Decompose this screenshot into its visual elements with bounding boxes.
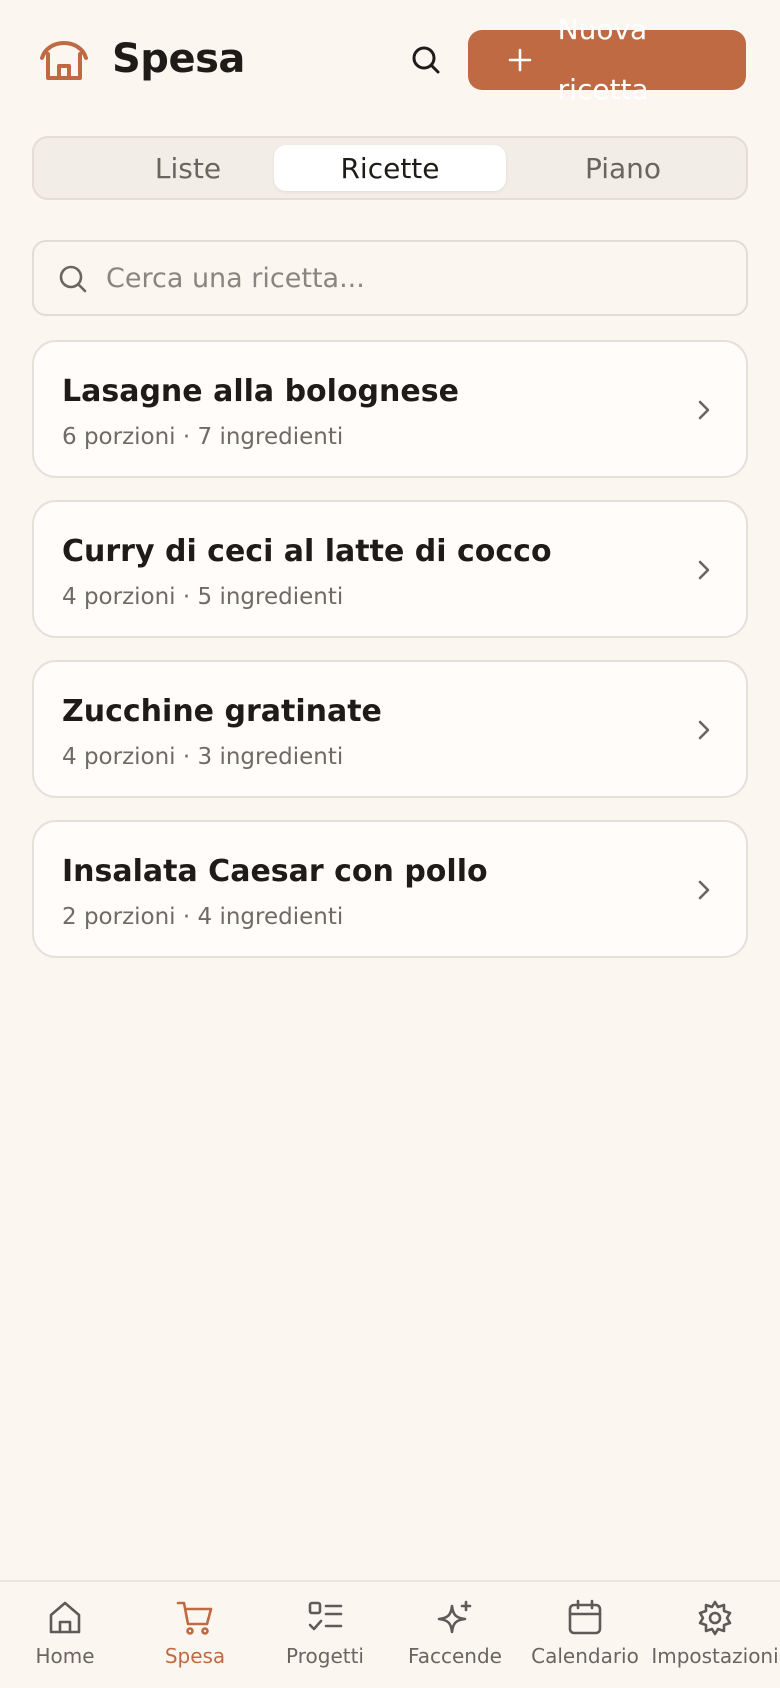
nav-label: Home xyxy=(35,1644,95,1668)
recipe-name: Curry di ceci al latte di cocco xyxy=(62,534,552,569)
house-logo-icon xyxy=(40,41,88,80)
recipe-card-lasagne[interactable]: Lasagne alla bolognese 6 porzioni · 7 in… xyxy=(32,340,748,478)
checklist-icon xyxy=(308,1601,343,1631)
tab-liste[interactable]: Liste xyxy=(72,145,304,191)
nav-item-home[interactable]: Home xyxy=(0,1582,130,1688)
new-recipe-button[interactable]: Nuova ricetta xyxy=(468,13,746,106)
recipe-card-insalata[interactable]: Insalata Caesar con pollo 2 porzioni · 4… xyxy=(32,820,748,958)
nav-label: Progetti xyxy=(286,1644,364,1668)
nav-item-spesa[interactable]: Spesa xyxy=(130,1582,260,1688)
chevron-right-icon xyxy=(698,720,710,740)
chevron-right-icon xyxy=(698,400,710,420)
recipe-name: Zucchine gratinate xyxy=(62,694,382,729)
app-header: Spesa Nuova ricetta xyxy=(0,0,780,120)
home-icon xyxy=(49,1601,81,1634)
nav-label: Spesa xyxy=(164,1644,226,1668)
nav-label: Faccende xyxy=(408,1644,502,1668)
tab-piano[interactable]: Piano xyxy=(507,145,739,191)
nav-item-calendario[interactable]: Calendario xyxy=(520,1582,650,1688)
recipe-search-box xyxy=(32,240,748,316)
recipe-meta: 6 porzioni · 7 ingredienti xyxy=(62,424,344,450)
recipe-list: Lasagne alla bolognese 6 porzioni · 7 in… xyxy=(32,340,748,980)
search-button[interactable] xyxy=(404,38,448,82)
search-icon xyxy=(59,265,87,293)
calendar-icon xyxy=(568,1599,602,1635)
recipe-meta: 2 porzioni · 4 ingredienti xyxy=(62,904,344,930)
nav-label: Calendario xyxy=(531,1644,639,1668)
recipe-name: Lasagne alla bolognese xyxy=(62,374,459,409)
gear-icon xyxy=(698,1600,732,1636)
recipe-meta: 4 porzioni · 5 ingredienti xyxy=(62,584,344,610)
nav-item-impostazioni[interactable]: Impostazioni xyxy=(650,1582,780,1688)
recipe-meta: 4 porzioni · 3 ingredienti xyxy=(62,744,344,770)
recipe-card-curry[interactable]: Curry di ceci al latte di cocco 4 porzio… xyxy=(32,500,748,638)
new-recipe-label: Nuova ricetta xyxy=(557,13,649,106)
plus-icon xyxy=(492,47,548,73)
recipe-search-input[interactable] xyxy=(106,252,726,304)
recipe-card-zucchine[interactable]: Zucchine gratinate 4 porzioni · 3 ingred… xyxy=(32,660,748,798)
bottom-nav: Home Spesa Progetti Faccende Calendario … xyxy=(0,1580,780,1688)
tab-ricette[interactable]: Ricette xyxy=(274,145,506,191)
recipe-name: Insalata Caesar con pollo xyxy=(62,854,488,889)
cart-icon xyxy=(176,1601,213,1635)
section-tabs: Liste Ricette Piano xyxy=(32,136,748,200)
nav-label: Impostazioni xyxy=(651,1644,779,1668)
page-title: Spesa xyxy=(112,36,245,82)
chevron-right-icon xyxy=(698,560,710,580)
nav-item-faccende[interactable]: Faccende xyxy=(390,1582,520,1688)
chevron-right-icon xyxy=(698,880,710,900)
app-root: Spesa Nuova ricetta Liste Ricette Piano xyxy=(0,0,780,1688)
search-icon xyxy=(412,46,440,74)
sparkles-icon xyxy=(437,1600,472,1634)
nav-item-progetti[interactable]: Progetti xyxy=(260,1582,390,1688)
